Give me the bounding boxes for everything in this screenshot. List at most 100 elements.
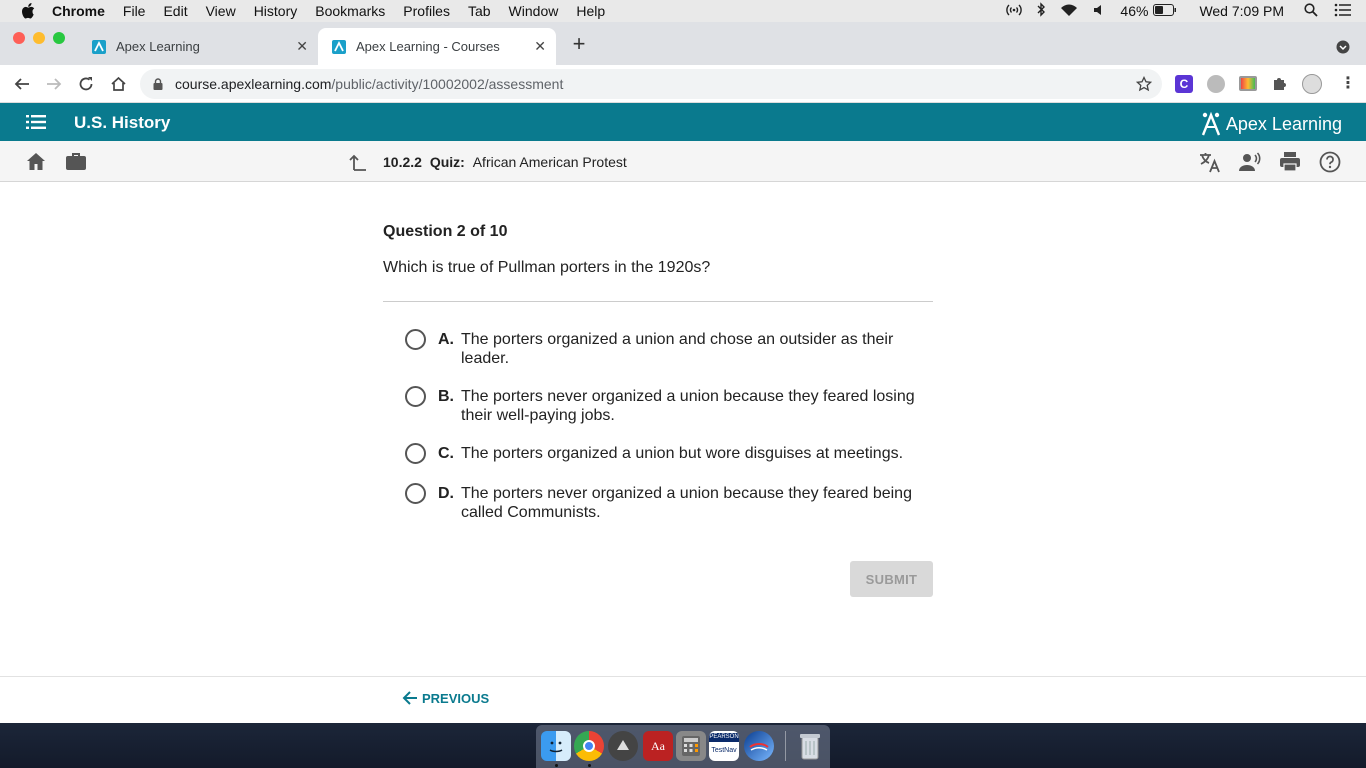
option-letter: B. — [438, 388, 454, 405]
reload-icon[interactable] — [75, 73, 97, 95]
new-tab-icon[interactable]: + — [569, 33, 589, 55]
airplay-icon[interactable] — [1006, 3, 1023, 20]
assessment-content: Question 2 of 10 Which is true of Pullma… — [0, 182, 1366, 676]
close-tab-icon[interactable]: ✕ — [534, 38, 546, 55]
tab-title: Apex Learning — [116, 39, 200, 54]
finder-icon[interactable] — [541, 731, 571, 761]
wifi-icon[interactable] — [1060, 3, 1078, 20]
menu-history[interactable]: History — [245, 0, 307, 22]
bluetooth-icon[interactable] — [1036, 2, 1046, 20]
chrome-icon[interactable] — [574, 731, 604, 761]
extension-c-icon[interactable]: C — [1175, 75, 1193, 93]
submit-button[interactable]: SUBMIT — [850, 561, 933, 597]
trash-icon[interactable] — [795, 731, 825, 761]
macos-dock: Aa PEARSON TestNav — [536, 725, 830, 768]
launchpad-icon[interactable] — [608, 731, 638, 761]
option-letter: D. — [438, 485, 454, 502]
url-bar[interactable]: course.apexlearning.com/public/activity/… — [140, 69, 1162, 99]
testnav-icon[interactable]: PEARSON TestNav — [709, 731, 739, 761]
spotlight-search-icon[interactable] — [1304, 2, 1318, 20]
battery-icon[interactable] — [1153, 3, 1177, 19]
menu-view[interactable]: View — [197, 0, 245, 22]
extensions-puzzle-icon[interactable] — [1271, 75, 1288, 97]
profile-avatar[interactable] — [1302, 74, 1322, 94]
menu-profiles[interactable]: Profiles — [394, 0, 459, 22]
system-app-icon[interactable] — [744, 731, 774, 761]
chrome-menu-icon[interactable]: ⋮ — [1340, 75, 1356, 93]
text-to-speech-icon[interactable] — [1239, 151, 1261, 178]
menu-bookmarks[interactable]: Bookmarks — [306, 0, 394, 22]
extension-screenshot-icon[interactable] — [1239, 76, 1257, 91]
radio-button[interactable] — [405, 443, 426, 464]
answer-option-d[interactable]: D. The porters never organized a union b… — [405, 483, 925, 522]
help-icon[interactable] — [1319, 151, 1341, 178]
brand-name: Apex Learning — [1225, 113, 1342, 134]
divider — [383, 301, 933, 302]
forward-arrow-icon[interactable] — [43, 73, 65, 95]
tab-strip: Apex Learning ✕ Apex Learning - Courses … — [0, 22, 1366, 65]
extension-circle-icon[interactable] — [1207, 75, 1225, 93]
control-center-icon[interactable] — [1334, 3, 1352, 20]
course-menu-icon[interactable] — [26, 115, 46, 134]
menu-file[interactable]: File — [114, 0, 155, 22]
option-letter: A. — [438, 331, 454, 348]
course-header: U.S. History Apex Learning — [0, 103, 1366, 141]
menu-edit[interactable]: Edit — [154, 0, 196, 22]
answer-option-c[interactable]: C. The porters organized a union but wor… — [405, 443, 925, 464]
menu-app-name[interactable]: Chrome — [38, 0, 114, 22]
briefcase-icon[interactable] — [66, 152, 86, 175]
tab-search-icon[interactable] — [1336, 40, 1350, 59]
lesson-title: African American Protest — [472, 154, 627, 170]
apex-logo-icon — [1201, 111, 1221, 136]
dock-divider — [785, 731, 786, 761]
url-host: course.apexlearning.com — [175, 76, 332, 92]
option-text: The porters never organized a union beca… — [461, 485, 912, 521]
question-text: Which is true of Pullman porters in the … — [383, 259, 711, 276]
lock-icon[interactable] — [153, 78, 163, 90]
battery-percent[interactable]: 46% — [1120, 3, 1148, 19]
calculator-icon[interactable] — [676, 731, 706, 761]
lesson-number: 10.2.2 — [383, 154, 422, 170]
menu-tab[interactable]: Tab — [459, 0, 500, 22]
apple-icon[interactable] — [18, 0, 38, 22]
tab-apex-learning[interactable]: Apex Learning ✕ — [78, 28, 318, 65]
close-window-button[interactable] — [13, 32, 25, 44]
lesson-type: Quiz: — [429, 154, 465, 170]
breadcrumb: 10.2.2 Quiz: African American Protest — [383, 154, 627, 170]
previous-label: PREVIOUS — [422, 690, 490, 706]
dictionary-icon[interactable]: Aa — [643, 731, 673, 761]
bookmark-star-icon[interactable] — [1135, 75, 1153, 95]
close-tab-icon[interactable]: ✕ — [296, 38, 308, 55]
print-icon[interactable] — [1280, 152, 1300, 176]
previous-button[interactable]: PREVIOUS — [402, 690, 489, 706]
running-indicator — [588, 764, 591, 767]
translate-icon[interactable] — [1199, 151, 1221, 178]
answer-option-a[interactable]: A. The porters organized a union and cho… — [405, 329, 925, 368]
dictionary-label: Aa — [651, 738, 665, 753]
up-level-arrow-icon[interactable] — [349, 153, 367, 176]
tab-title: Apex Learning - Courses — [356, 39, 500, 54]
radio-button[interactable] — [405, 483, 426, 504]
minimize-window-button[interactable] — [33, 32, 45, 44]
back-arrow-icon[interactable] — [11, 73, 33, 95]
option-text: The porters organized a union and chose … — [461, 331, 894, 367]
tab-apex-learning-courses[interactable]: Apex Learning - Courses ✕ — [318, 28, 556, 65]
home-icon[interactable] — [26, 152, 46, 176]
home-icon[interactable] — [107, 73, 129, 95]
volume-icon[interactable] — [1092, 3, 1106, 20]
activity-footer: PREVIOUS — [0, 676, 1366, 723]
apex-favicon-icon — [332, 39, 346, 54]
radio-button[interactable] — [405, 386, 426, 407]
clock[interactable]: Wed 7:09 PM — [1199, 3, 1284, 19]
apex-learning-logo: Apex Learning — [1200, 111, 1342, 137]
activity-toolbar: 10.2.2 Quiz: African American Protest — [0, 141, 1366, 182]
testnav-bottom-label: TestNav — [711, 746, 737, 754]
option-letter: C. — [438, 445, 454, 462]
answer-option-b[interactable]: B. The porters never organized a union b… — [405, 386, 925, 425]
menu-window[interactable]: Window — [500, 0, 568, 22]
url-path: /public/activity/10002002/assessment — [331, 76, 564, 92]
zoom-window-button[interactable] — [53, 32, 65, 44]
menu-help[interactable]: Help — [567, 0, 614, 22]
radio-button[interactable] — [405, 329, 426, 350]
option-text: The porters organized a union but wore d… — [461, 445, 904, 462]
